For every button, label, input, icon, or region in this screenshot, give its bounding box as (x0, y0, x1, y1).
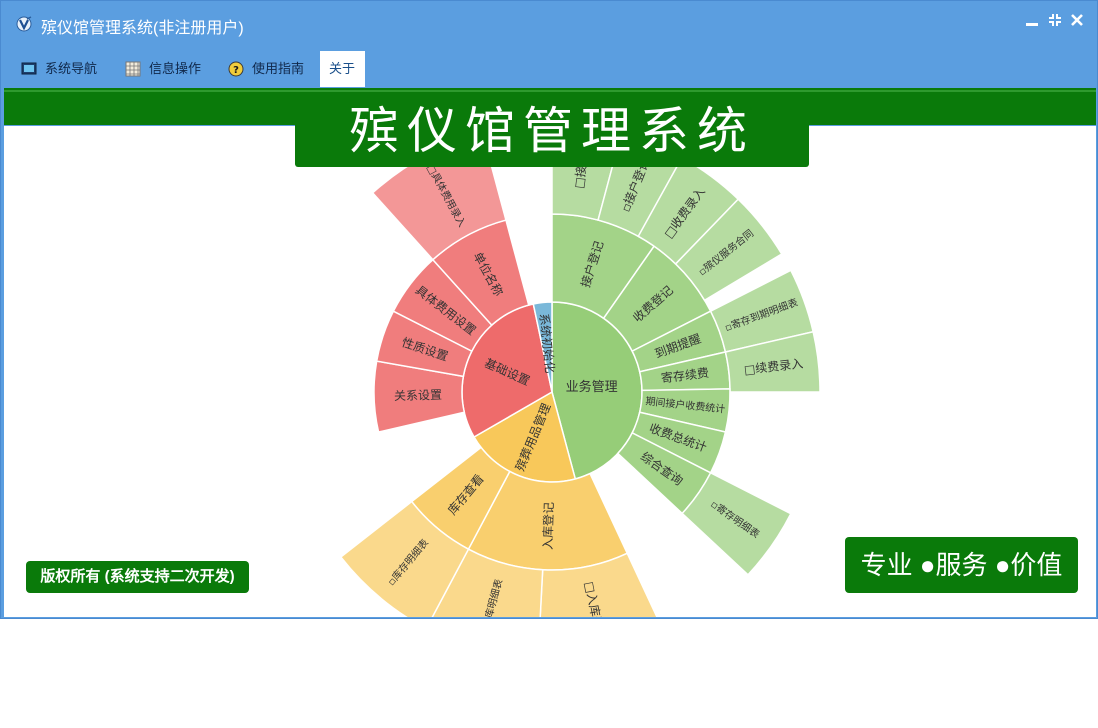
sunburst-label-l2: 入库登记 (540, 502, 556, 550)
app-logo-icon (16, 16, 32, 32)
menu-item-navigation[interactable]: 系统导航 (21, 51, 107, 87)
sunburst-label-l2: 关系设置 (394, 388, 442, 403)
help-icon: ? (228, 61, 244, 77)
menu-label-navigation: 系统导航 (45, 61, 98, 76)
slogan-badge: 专业 ●服务 ●价值 (845, 537, 1078, 593)
menu-item-info-ops[interactable]: 信息操作 (125, 51, 211, 87)
minimize-icon (1026, 23, 1038, 26)
menu-bar: 系统导航 信息操作 ? 使用指南 关于 (1, 51, 1097, 87)
title-bar[interactable]: 殡仪馆管理系统(非注册用户) (1, 1, 1097, 47)
svg-text:?: ? (233, 65, 239, 76)
close-button[interactable] (1068, 13, 1086, 33)
window-title: 殡仪馆管理系统(非注册用户) (41, 20, 244, 37)
menu-item-about[interactable]: 关于 (320, 51, 365, 87)
restore-button[interactable] (1046, 13, 1064, 33)
restore-icon (1049, 14, 1061, 26)
menu-label-info-ops: 信息操作 (149, 61, 202, 76)
monitor-icon (21, 62, 37, 75)
menu-item-guide[interactable]: ? 使用指南 (228, 51, 314, 87)
close-icon (1071, 14, 1083, 26)
system-banner-title: 殡仪馆管理系统 (295, 95, 809, 167)
menu-label-about: 关于 (329, 61, 356, 76)
sunburst-label-l1: 业务管理 (566, 379, 618, 395)
grid-icon (125, 61, 141, 77)
main-content: 业务管理 接户登记 □接户 ▫接户登记 收费登记 □收费录入 ▫殡仪服务合同 到期提醒 ▫寄存到… (4, 88, 1096, 617)
minimize-button[interactable] (1023, 13, 1041, 33)
app-window: 殡仪馆管理系统(非注册用户) 系统导航 信息操作 ? 使用指南 关于 业务管理 … (0, 0, 1098, 619)
menu-label-guide: 使用指南 (252, 61, 305, 76)
copyright-badge: 版权所有 (系统支持二次开发) (26, 561, 249, 593)
